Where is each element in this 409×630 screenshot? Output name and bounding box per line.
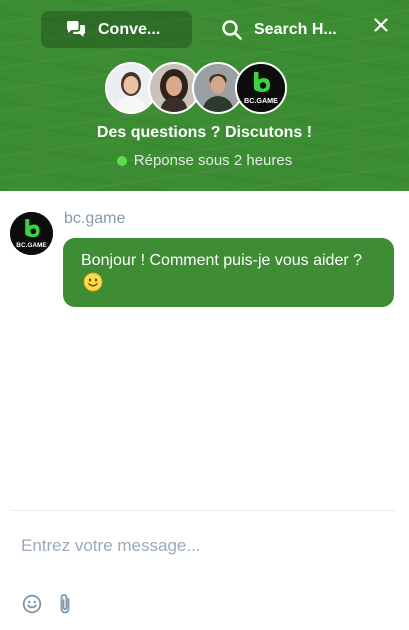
message-sender-name: bc.game [64,210,126,227]
chat-header: Conve... Search H... BC.GAME Des questio… [0,0,409,191]
tab-search-label: Search H... [254,20,337,38]
agent-avatars: BC.GAME [105,62,289,114]
header-headline: Des questions ? Discutons ! [96,124,313,141]
tab-search-help[interactable]: Search H... [217,11,357,48]
close-icon [374,18,388,32]
paperclip-icon [60,594,70,614]
composer-divider [10,510,395,511]
bc-game-logo: BC.GAME [10,212,53,255]
tab-conversations[interactable]: Conve... [41,11,192,48]
close-button[interactable] [370,14,392,36]
online-status-dot [116,155,127,166]
emoji-button[interactable] [20,592,44,616]
message-input[interactable] [11,526,396,566]
svg-text:BC.GAME: BC.GAME [244,96,278,105]
svg-text:BC.GAME: BC.GAME [16,242,47,249]
attach-file-button[interactable] [53,592,77,616]
chat-bubbles-icon [67,20,85,37]
message-bubble: Bonjour ! Comment puis-je vous aider ? [63,238,394,307]
emoji-icon [22,594,42,614]
bc-game-logo: BC.GAME [235,62,287,114]
search-icon [222,19,242,40]
tab-conversations-label: Conve... [98,20,161,38]
message-text: Bonjour ! Comment puis-je vous aider ? [81,252,363,269]
response-time-status: Réponse sous 2 heures [0,152,409,169]
slightly-smiling-face-icon [83,272,103,292]
response-time-text: Réponse sous 2 heures [133,152,293,169]
